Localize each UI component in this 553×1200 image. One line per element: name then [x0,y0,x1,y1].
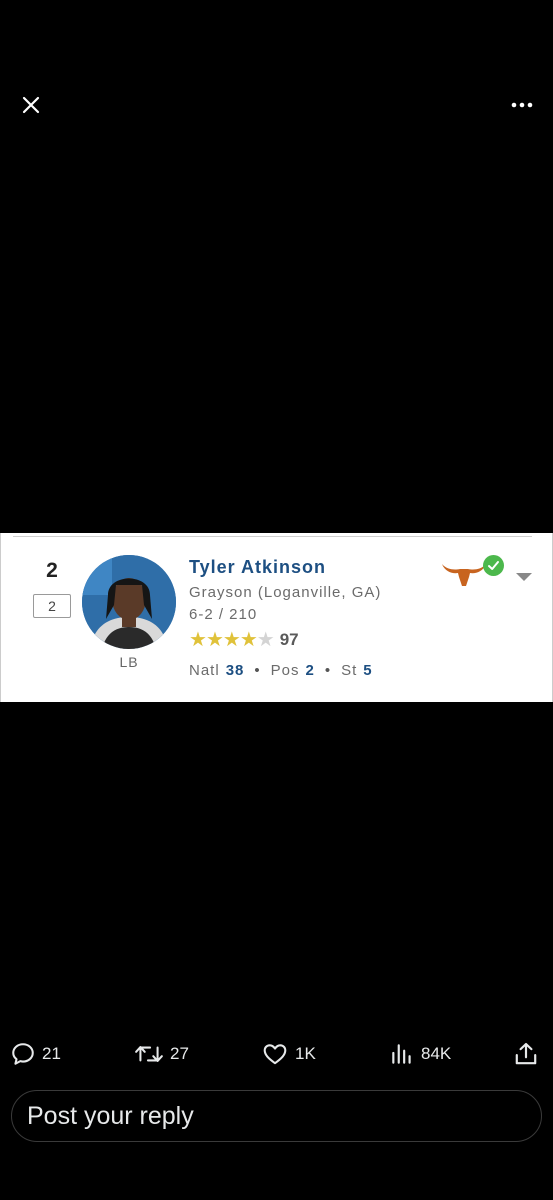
player-name[interactable]: Tyler Atkinson [189,557,326,578]
rating-score: 97 [279,630,299,649]
position-label: LB [119,654,139,670]
longhorn-logo-icon[interactable] [441,560,487,588]
separator-dot: • [324,662,332,679]
pos-rank[interactable]: 2 [306,662,315,679]
like-button[interactable]: 1K [261,1038,316,1070]
like-count: 1K [295,1044,316,1063]
position-rank-box: 2 [33,594,71,618]
height-weight: 6-2 / 210 [189,606,258,623]
reply-count: 21 [42,1044,61,1063]
card-divider [13,536,532,537]
more-horizontal-icon [511,102,533,108]
rankings-row: Natl 38 • Pos 2 • St 5 [189,662,373,679]
star-icon: ★ [205,629,224,651]
reply-input[interactable]: Post your reply [11,1090,542,1142]
close-button[interactable] [14,88,48,122]
retweet-icon [135,1046,163,1062]
caret-down-icon[interactable] [516,573,532,581]
star-icon: ★ [189,629,207,651]
views-bar-chart-icon [392,1044,411,1064]
retweet-count: 27 [170,1044,189,1063]
share-button[interactable] [513,1038,545,1070]
tweet-actions-bar: 21 27 1K 84K [0,1038,553,1070]
star-icon: ★ [239,629,258,651]
school-hometown: Grayson (Loganville, GA) [189,584,382,601]
reply-button[interactable]: 21 [10,1038,61,1070]
st-label: St [341,662,358,679]
natl-label: Natl [189,662,220,679]
close-icon [22,96,40,114]
recruit-card: 2 2 LB Tyler Atkinson Grayson (Loganvill… [0,533,553,702]
star-empty-icon: ★ [256,629,275,651]
views-button[interactable]: 84K [389,1038,451,1070]
star-icon: ★ [222,629,241,651]
reply-placeholder: Post your reply [27,1101,194,1130]
st-rank[interactable]: 5 [363,662,372,679]
reply-bubble-icon [12,1043,34,1065]
pos-label: Pos [270,662,300,679]
share-upload-icon [515,1042,537,1065]
check-circle-icon [483,555,504,576]
natl-rank[interactable]: 38 [226,662,245,679]
player-photo[interactable] [82,555,176,649]
more-options-button[interactable] [505,88,539,122]
overall-rank: 2 [46,559,58,582]
separator-dot: • [254,662,261,679]
retweet-button[interactable]: 27 [134,1038,189,1070]
star-rating: ★ ★ ★ ★ ★ 97 [189,630,299,650]
heart-icon [263,1044,287,1065]
views-count: 84K [421,1044,452,1063]
